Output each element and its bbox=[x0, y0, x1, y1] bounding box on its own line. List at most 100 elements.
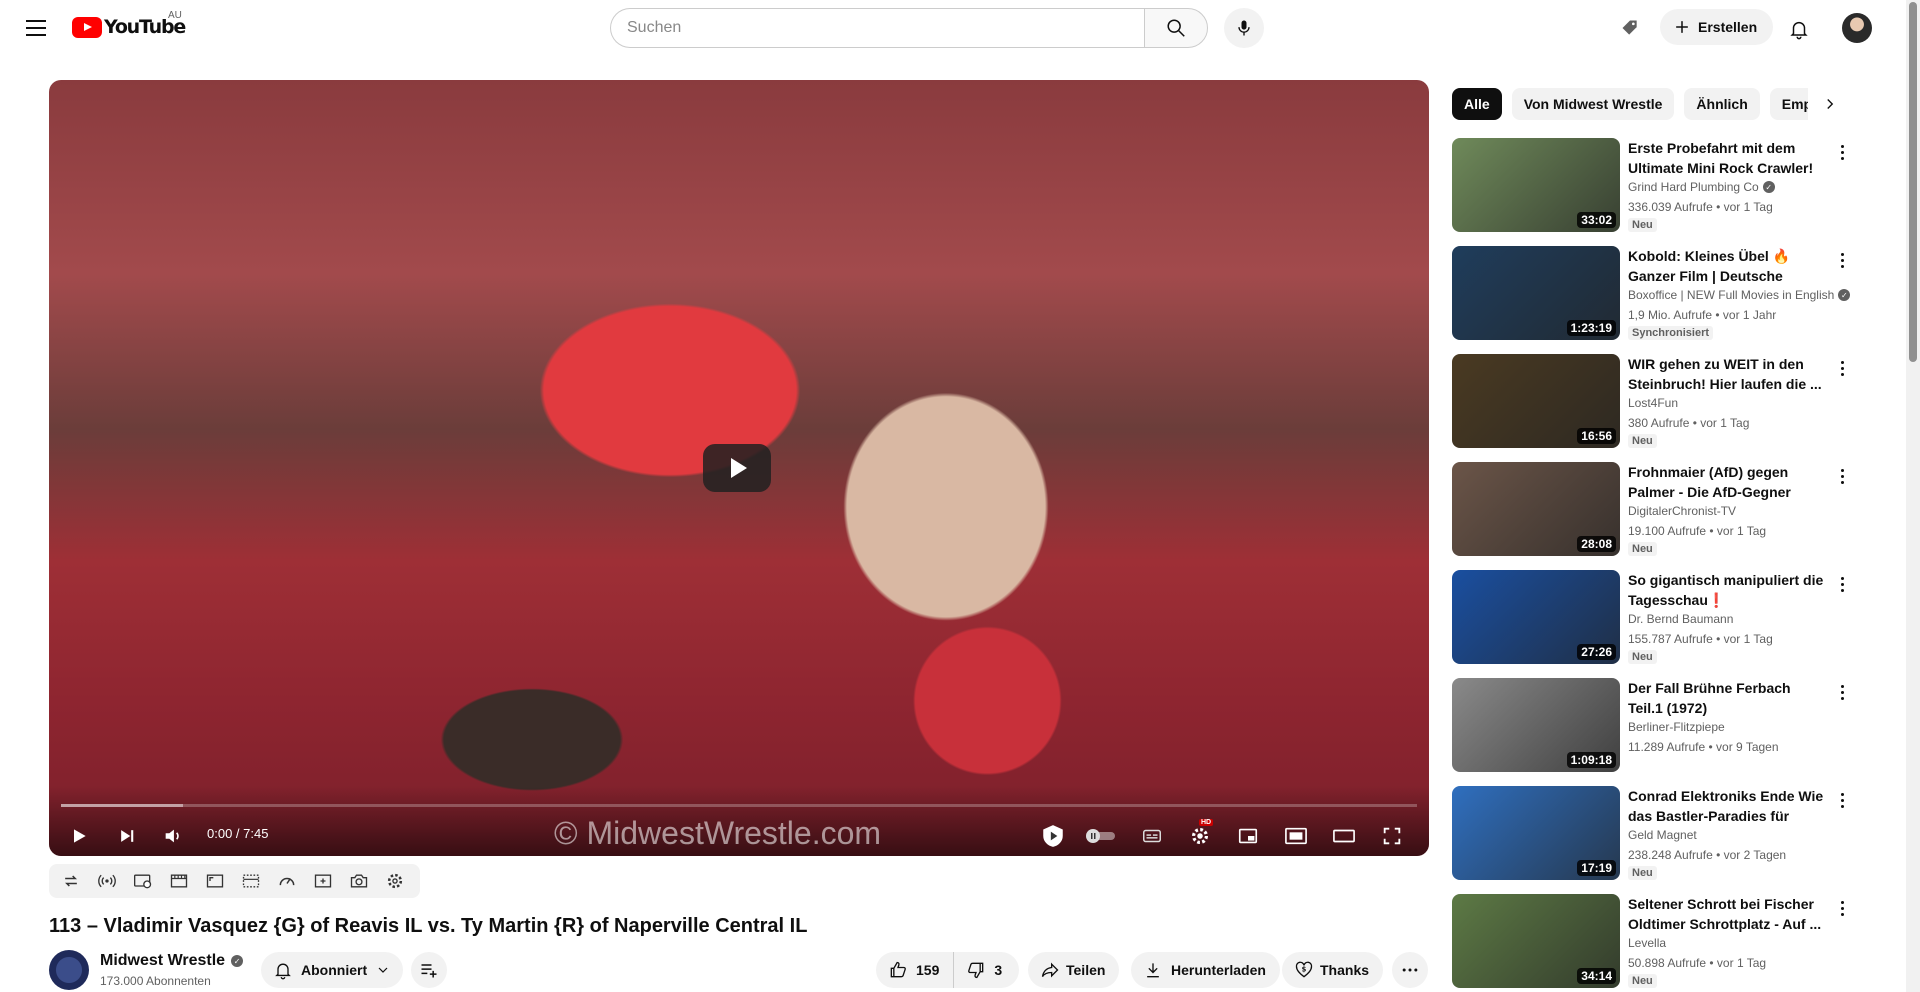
recommendation-title[interactable]: Conrad Elektroniks Ende Wie das Bastler-… bbox=[1628, 786, 1826, 826]
recommendation-item[interactable]: 33:02 Erste Probefahrt mit dem Ultimate M… bbox=[1452, 138, 1852, 234]
video-thumbnail[interactable]: 33:02 bbox=[1452, 138, 1620, 232]
thumbs-up-icon bbox=[890, 961, 906, 978]
video-player[interactable]: © MidwestWrestle.com 0:00 / 7:45 HD bbox=[49, 80, 1429, 856]
recommendation-channel[interactable]: DigitalerChronist-TV bbox=[1628, 504, 1736, 518]
video-thumbnail[interactable]: 28:08 bbox=[1452, 462, 1620, 556]
theater-mode-button[interactable] bbox=[1326, 818, 1362, 854]
video-thumbnail[interactable]: 17:19 bbox=[1452, 786, 1620, 880]
channel-link[interactable]: Midwest Wrestle ✓ bbox=[100, 952, 244, 970]
more-vertical-icon[interactable] bbox=[1832, 464, 1852, 488]
recommendation-item[interactable]: 27:26 So gigantisch manipuliert die Tages… bbox=[1452, 570, 1852, 666]
recommendation-title[interactable]: Erste Probefahrt mit dem Ultimate Mini R… bbox=[1628, 138, 1826, 178]
miniplayer-button[interactable] bbox=[1230, 818, 1266, 854]
tag-icon[interactable] bbox=[1618, 16, 1642, 40]
save-to-playlist-button[interactable] bbox=[411, 952, 447, 988]
chip-from-channel[interactable]: Von Midwest Wrestle bbox=[1511, 88, 1675, 120]
recommendation-item[interactable]: 34:14 Seltener Schrott bei Fischer Oldtim… bbox=[1452, 894, 1852, 990]
subtitles-button[interactable] bbox=[1134, 818, 1170, 854]
broadcast-icon[interactable] bbox=[95, 869, 119, 893]
bell-icon bbox=[1790, 21, 1808, 40]
notifications-button[interactable] bbox=[1785, 15, 1813, 43]
mute-button[interactable] bbox=[155, 818, 191, 854]
gear-icon[interactable] bbox=[383, 869, 407, 893]
recommendation-title[interactable]: Frohnmaier (AfD) gegen Palmer - Die AfD-… bbox=[1628, 462, 1826, 502]
video-thumbnail[interactable]: 16:56 bbox=[1452, 354, 1620, 448]
recommendation-channel[interactable]: Grind Hard Plumbing Co bbox=[1628, 180, 1759, 194]
fullscreen-button[interactable] bbox=[1374, 818, 1410, 854]
subscribed-button[interactable]: Abonniert bbox=[261, 952, 404, 988]
page-scrollbar[interactable] bbox=[1906, 0, 1920, 992]
recommendation-badge: Synchronisiert bbox=[1628, 326, 1714, 340]
recommendation-channel[interactable]: Levella bbox=[1628, 936, 1666, 950]
recommendation-title[interactable]: Kobold: Kleines Übel 🔥 Ganzer Film | Deu… bbox=[1628, 246, 1826, 286]
more-vertical-icon[interactable] bbox=[1832, 788, 1852, 812]
video-thumbnail[interactable]: 1:09:18 bbox=[1452, 678, 1620, 772]
play-icon bbox=[74, 829, 86, 843]
autoplay-toggle[interactable] bbox=[1082, 818, 1120, 854]
recommendation-item[interactable]: 17:19 Conrad Elektroniks Ende Wie das Bas… bbox=[1452, 786, 1852, 882]
dislike-button[interactable]: 3 bbox=[954, 952, 1014, 988]
account-avatar[interactable] bbox=[1842, 13, 1872, 43]
voice-search-button[interactable] bbox=[1224, 8, 1264, 48]
recommendation-badge: Neu bbox=[1628, 542, 1657, 556]
video-thumbnail[interactable]: 27:26 bbox=[1452, 570, 1620, 664]
share-button[interactable]: Teilen bbox=[1028, 952, 1120, 988]
chips-next-button[interactable] bbox=[1816, 90, 1844, 118]
recommendation-title[interactable]: WIR gehen zu WEIT in den Steinbruch! Hie… bbox=[1628, 354, 1826, 394]
recommendation-channel[interactable]: Boxoffice | NEW Full Movies in English bbox=[1628, 288, 1834, 302]
progress-bar[interactable] bbox=[61, 804, 1417, 807]
recommendation-title[interactable]: So gigantisch manipuliert die Tagesschau… bbox=[1628, 570, 1826, 610]
recommendation-item[interactable]: 28:08 Frohnmaier (AfD) gegen Palmer - Die… bbox=[1452, 462, 1852, 558]
screen-settings-icon[interactable] bbox=[131, 869, 155, 893]
video-duration: 16:56 bbox=[1577, 428, 1616, 444]
next-button[interactable] bbox=[109, 818, 145, 854]
search-input[interactable] bbox=[610, 8, 1144, 48]
chip-all[interactable]: Alle bbox=[1452, 88, 1502, 120]
create-button[interactable]: Erstellen bbox=[1660, 9, 1774, 45]
chip-related[interactable]: Ähnlich bbox=[1684, 88, 1760, 120]
chip-recommended[interactable]: Empfe bbox=[1769, 88, 1808, 120]
picture-in-picture-button[interactable] bbox=[1278, 818, 1314, 854]
more-vertical-icon[interactable] bbox=[1832, 356, 1852, 380]
recommendation-channel[interactable]: Lost4Fun bbox=[1628, 396, 1678, 410]
scrollbar-thumb[interactable] bbox=[1909, 2, 1917, 362]
recommendation-item[interactable]: 1:09:18 Der Fall Brühne Ferbach Teil.1 (1… bbox=[1452, 678, 1852, 774]
recommendation-channel[interactable]: Geld Magnet bbox=[1628, 828, 1697, 842]
filter-chips: Alle Von Midwest Wrestle Ähnlich Empfe bbox=[1452, 88, 1808, 120]
download-button[interactable]: Herunterladen bbox=[1131, 952, 1280, 988]
dotted-frame-icon[interactable] bbox=[239, 869, 263, 893]
repeat-icon[interactable] bbox=[59, 869, 83, 893]
more-actions-button[interactable] bbox=[1392, 952, 1428, 988]
channel-avatar[interactable] bbox=[49, 950, 89, 990]
film-icon[interactable] bbox=[167, 869, 191, 893]
recommendation-channel[interactable]: Dr. Bernd Baumann bbox=[1628, 612, 1733, 626]
menu-icon[interactable] bbox=[18, 12, 54, 44]
recommendation-title[interactable]: Seltener Schrott bei Fischer Oldtimer Sc… bbox=[1628, 894, 1826, 934]
recommendation-item[interactable]: 1:23:19 Kobold: Kleines Übel 🔥 Ganzer Fil… bbox=[1452, 246, 1852, 342]
add-screen-icon[interactable] bbox=[311, 869, 335, 893]
large-play-button[interactable] bbox=[703, 444, 771, 492]
more-vertical-icon[interactable] bbox=[1832, 248, 1852, 272]
like-button[interactable]: 159 bbox=[876, 952, 955, 988]
play-button[interactable] bbox=[61, 818, 97, 854]
speedometer-icon[interactable] bbox=[275, 869, 299, 893]
more-vertical-icon[interactable] bbox=[1832, 140, 1852, 164]
recommendation-channel[interactable]: Berliner-Flitzpiepe bbox=[1628, 720, 1725, 734]
more-vertical-icon[interactable] bbox=[1832, 896, 1852, 920]
more-vertical-icon[interactable] bbox=[1832, 572, 1852, 596]
search-button[interactable] bbox=[1144, 8, 1208, 48]
video-thumbnail[interactable]: 1:23:19 bbox=[1452, 246, 1620, 340]
camera-icon[interactable] bbox=[347, 869, 371, 893]
recommendation-item[interactable]: 16:56 WIR gehen zu WEIT in den Steinbruch… bbox=[1452, 354, 1852, 450]
recommendation-meta: 155.787 Aufrufe • vor 1 Tag bbox=[1628, 632, 1773, 646]
more-vertical-icon[interactable] bbox=[1832, 680, 1852, 704]
thanks-button[interactable]: $ Thanks bbox=[1282, 952, 1384, 988]
chevron-down-icon bbox=[378, 967, 388, 973]
video-title: 113 – Vladimir Vasquez {G} of Reavis IL … bbox=[49, 915, 808, 937]
video-thumbnail[interactable]: 34:14 bbox=[1452, 894, 1620, 988]
aspect-ratio-icon[interactable] bbox=[203, 869, 227, 893]
shield-play-icon bbox=[1043, 825, 1063, 847]
sponsorblock-button[interactable] bbox=[1037, 818, 1069, 854]
fullscreen-icon bbox=[1383, 827, 1401, 845]
recommendation-title[interactable]: Der Fall Brühne Ferbach Teil.1 (1972) bbox=[1628, 678, 1826, 718]
